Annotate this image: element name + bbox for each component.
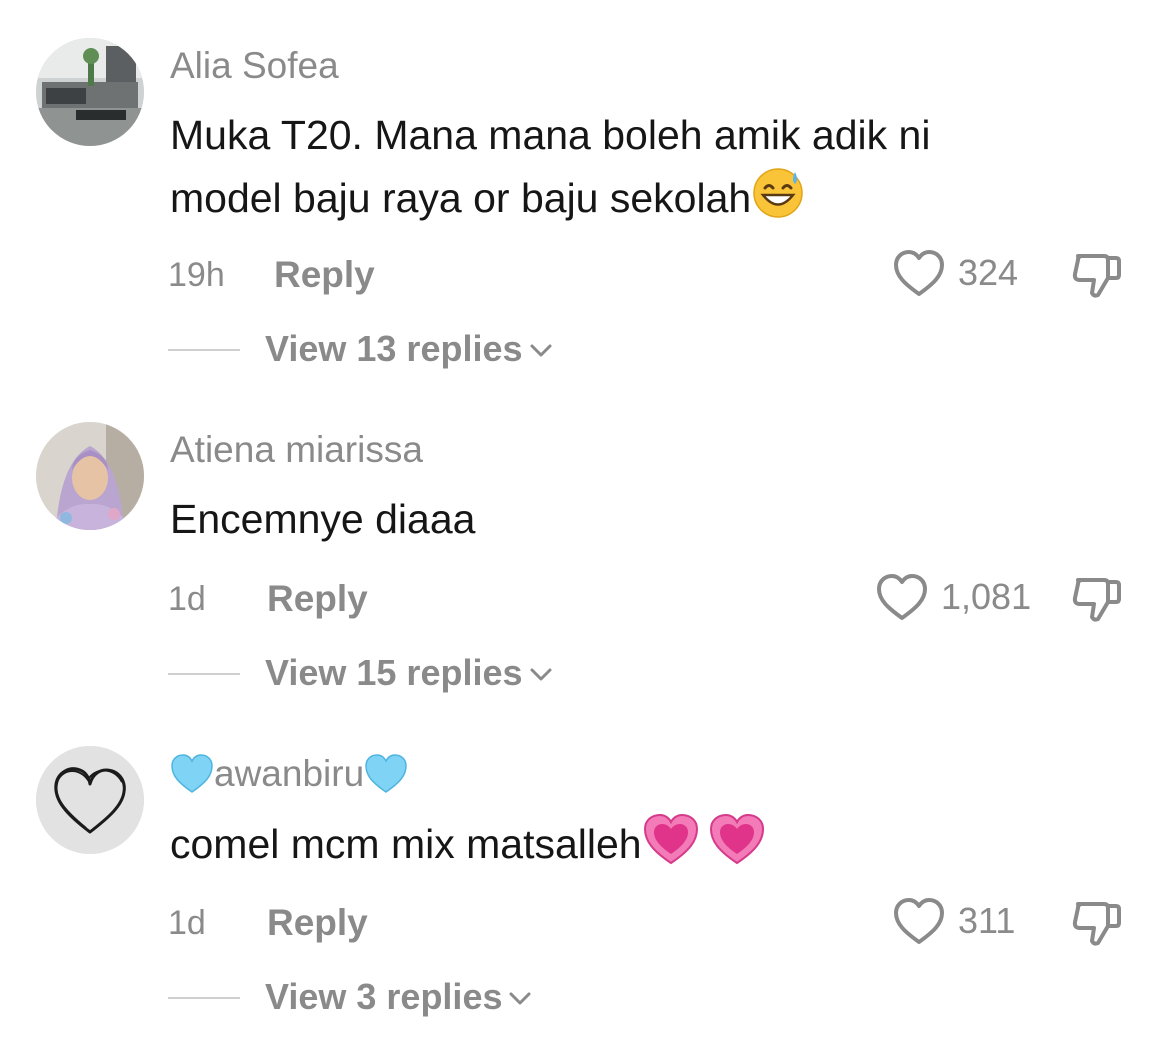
comment-text-line: Encemnye diaaa bbox=[170, 496, 476, 542]
light-blue-heart-icon bbox=[365, 754, 407, 793]
comment-item: awanbiru comel mcm mix matsalleh 1d Repl… bbox=[0, 708, 1170, 1048]
avatar-heart-drawing bbox=[36, 746, 144, 854]
divider bbox=[168, 349, 240, 351]
reply-button[interactable]: Reply bbox=[274, 254, 375, 296]
comment-username[interactable]: awanbiru bbox=[170, 750, 408, 798]
dislike-button[interactable] bbox=[1070, 248, 1124, 302]
like-button[interactable]: 1,081 bbox=[875, 572, 1031, 622]
avatar-room-image bbox=[36, 38, 144, 146]
like-button[interactable]: 324 bbox=[892, 248, 1018, 298]
grinning-face-with-sweat-emoji bbox=[751, 166, 805, 237]
avatar[interactable] bbox=[36, 38, 144, 146]
avatar-person-image bbox=[36, 422, 144, 530]
like-count: 1,081 bbox=[941, 576, 1032, 617]
dislike-button[interactable] bbox=[1070, 572, 1124, 626]
comment-text: Encemnye diaaa bbox=[170, 488, 1070, 550]
comment-text-line: model baju raya or baju sekolah bbox=[170, 175, 752, 221]
avatar[interactable] bbox=[36, 746, 144, 854]
comment-text: Muka T20. Mana mana boleh amik adik ni m… bbox=[170, 104, 1070, 237]
dislike-button[interactable] bbox=[1070, 896, 1124, 950]
heart-outline-icon bbox=[894, 250, 944, 296]
comment-item: Alia Sofea Muka T20. Mana mana boleh ami… bbox=[0, 0, 1170, 369]
comment-text-line: Muka T20. Mana mana boleh amik adik ni bbox=[170, 112, 931, 158]
comment-timestamp: 1d bbox=[168, 580, 206, 618]
growing-heart-emoji bbox=[708, 812, 766, 883]
divider bbox=[168, 673, 240, 675]
chevron-down-icon bbox=[509, 992, 531, 1005]
comment-timestamp: 1d bbox=[168, 904, 206, 942]
thumbs-down-icon bbox=[1072, 578, 1121, 622]
comment-item: Atiena miarissa Encemnye diaaa 1d Reply … bbox=[0, 384, 1170, 724]
heart-outline-icon bbox=[877, 574, 927, 620]
like-count: 311 bbox=[958, 900, 1016, 941]
avatar[interactable] bbox=[36, 422, 144, 530]
like-count: 324 bbox=[958, 252, 1019, 293]
comment-timestamp: 19h bbox=[168, 256, 225, 294]
chevron-down-icon bbox=[530, 668, 552, 681]
view-replies-label: View 3 replies bbox=[265, 976, 503, 1017]
divider bbox=[168, 997, 240, 999]
comment-username[interactable]: Alia Sofea bbox=[170, 42, 339, 90]
light-blue-heart-icon bbox=[171, 754, 213, 793]
comment-text: comel mcm mix matsalleh bbox=[170, 812, 1070, 883]
growing-heart-emoji bbox=[642, 812, 700, 883]
reply-button[interactable]: Reply bbox=[267, 578, 368, 620]
like-button[interactable]: 311 bbox=[892, 896, 1015, 946]
view-replies-button[interactable]: View 3 replies bbox=[265, 976, 532, 1018]
username-label: awanbiru bbox=[214, 753, 365, 794]
chevron-down-icon bbox=[530, 344, 552, 357]
thumbs-down-icon bbox=[1072, 254, 1121, 298]
view-replies-label: View 13 replies bbox=[265, 328, 523, 369]
comment-username[interactable]: Atiena miarissa bbox=[170, 426, 423, 474]
comment-text-line: comel mcm mix matsalleh bbox=[170, 821, 642, 867]
heart-outline-icon bbox=[894, 898, 944, 944]
reply-button[interactable]: Reply bbox=[267, 902, 368, 944]
view-replies-button[interactable]: View 13 replies bbox=[265, 328, 553, 370]
view-replies-label: View 15 replies bbox=[265, 652, 523, 693]
thumbs-down-icon bbox=[1072, 902, 1121, 946]
view-replies-button[interactable]: View 15 replies bbox=[265, 652, 553, 694]
